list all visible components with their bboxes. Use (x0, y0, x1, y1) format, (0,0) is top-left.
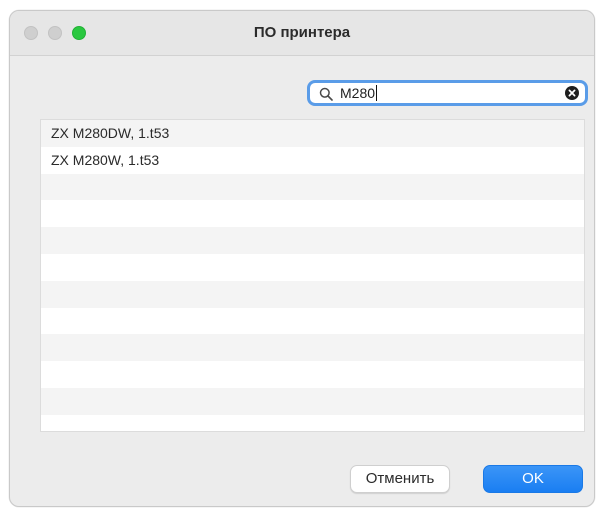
list-item-empty (41, 334, 584, 362)
list-item-empty (41, 173, 584, 201)
dialog-window: ПО принтера M280 ZX M280DW, 1.t53 ZX M28… (9, 10, 595, 507)
window-title: ПО принтера (253, 24, 351, 41)
text-caret (376, 85, 378, 101)
search-field[interactable]: M280 (307, 80, 588, 106)
list-item-empty (41, 361, 584, 388)
list-item-empty (41, 227, 584, 254)
list-item[interactable]: ZX M280W, 1.t53 (41, 147, 584, 174)
list-item[interactable]: ZX M280DW, 1.t53 (41, 120, 584, 147)
ok-button[interactable]: OK (483, 465, 583, 493)
search-icon (319, 87, 333, 101)
search-input[interactable]: M280 (340, 84, 378, 103)
list-item-empty (41, 308, 584, 335)
printer-software-list[interactable]: ZX M280DW, 1.t53 ZX M280W, 1.t53 (40, 119, 585, 432)
clear-search-icon[interactable] (565, 86, 579, 100)
search-input-value: M280 (340, 85, 376, 101)
list-item-empty (41, 280, 584, 308)
title-bar: ПО принтера (10, 11, 594, 56)
cancel-button[interactable]: Отменить (350, 465, 450, 493)
list-item-empty (41, 200, 584, 227)
list-item-empty (41, 254, 584, 281)
list-item-empty (41, 387, 584, 415)
list-item-empty (41, 415, 584, 431)
